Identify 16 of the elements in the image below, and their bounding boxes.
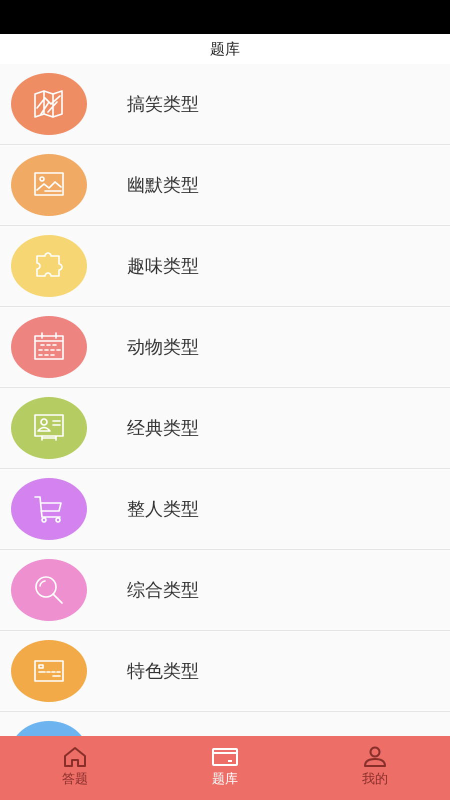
search-icon <box>33 574 65 606</box>
category-label: 整人类型 <box>127 498 199 522</box>
category-label: 幽默类型 <box>127 174 199 198</box>
category-label: 综合类型 <box>127 578 199 602</box>
category-label: 搞笑类型 <box>127 92 199 116</box>
user-icon <box>363 746 387 768</box>
category-label: 趣味类型 <box>127 254 199 278</box>
home-icon <box>63 746 87 768</box>
calendar-icon <box>33 331 65 363</box>
card-icon <box>211 746 239 768</box>
category-label: 经典类型 <box>127 416 199 440</box>
page-title: 题库 <box>210 38 240 60</box>
map-icon <box>33 88 65 120</box>
cart-icon <box>33 493 65 525</box>
category-label: 特色类型 <box>127 660 199 684</box>
category-label: 动物类型 <box>127 336 199 360</box>
